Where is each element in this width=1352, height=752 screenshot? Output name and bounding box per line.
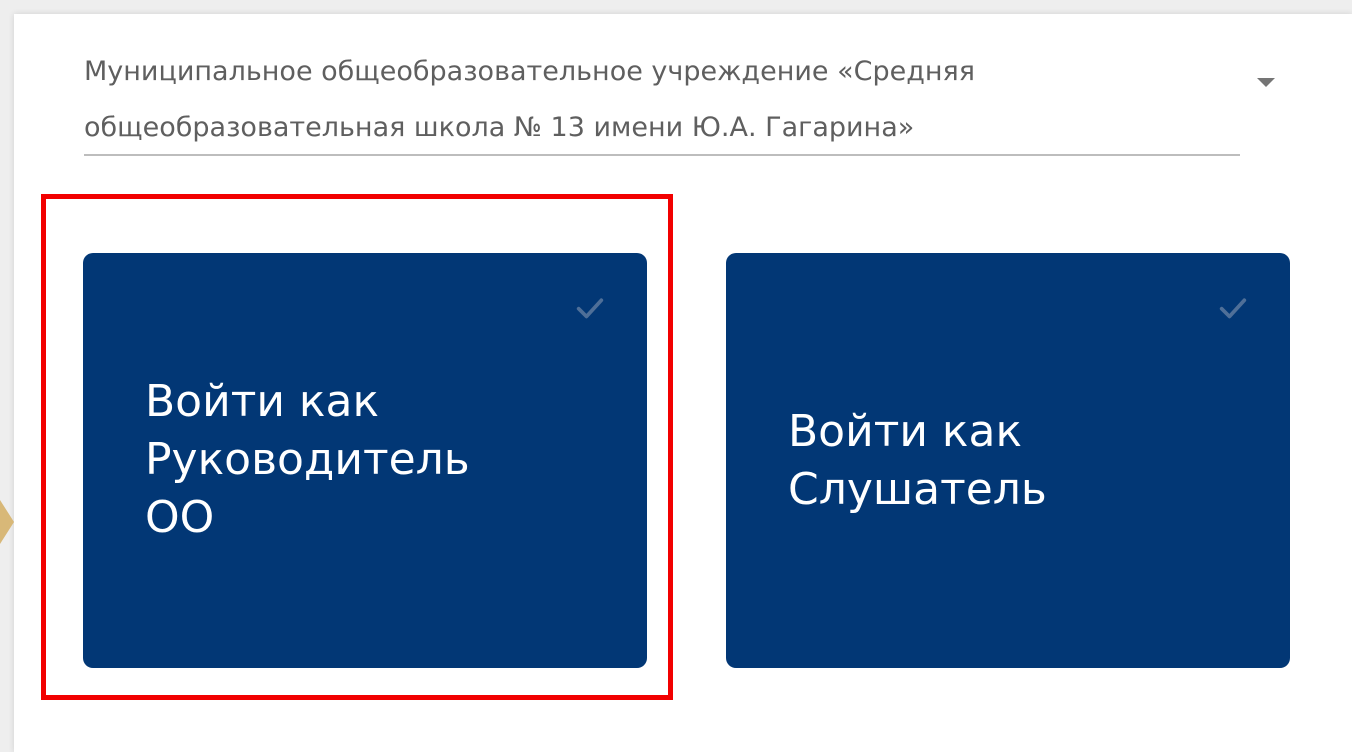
- login-as-manager-button[interactable]: Войти как Руководитель ОО: [83, 253, 647, 668]
- side-pointer-arrow-icon: [0, 500, 14, 544]
- listener-button-label: Войти как Слушатель: [788, 403, 1248, 519]
- manager-button-label: Войти как Руководитель ОО: [145, 373, 605, 547]
- login-as-listener-button[interactable]: Войти как Слушатель: [726, 253, 1290, 668]
- caret-down-icon[interactable]: [1257, 78, 1275, 87]
- checkmark-icon: [1219, 298, 1247, 319]
- organization-select-value: Муниципальное общеобразовательное учрежд…: [84, 44, 1194, 156]
- select-underline: [84, 154, 1240, 156]
- listener-label-line-1: Войти как: [788, 406, 1023, 457]
- listener-label-line-2: Слушатель: [788, 464, 1047, 515]
- organization-name-line-2: общеобразовательная школа № 13 имени Ю.А…: [84, 112, 915, 143]
- manager-label-line-1: Войти как: [145, 376, 380, 427]
- organization-select[interactable]: Муниципальное общеобразовательное учрежд…: [84, 44, 1280, 156]
- checkmark-icon: [576, 298, 604, 319]
- manager-label-line-3: ОО: [145, 492, 215, 543]
- organization-name-line-1: Муниципальное общеобразовательное учрежд…: [84, 56, 976, 87]
- manager-label-line-2: Руководитель: [145, 434, 470, 485]
